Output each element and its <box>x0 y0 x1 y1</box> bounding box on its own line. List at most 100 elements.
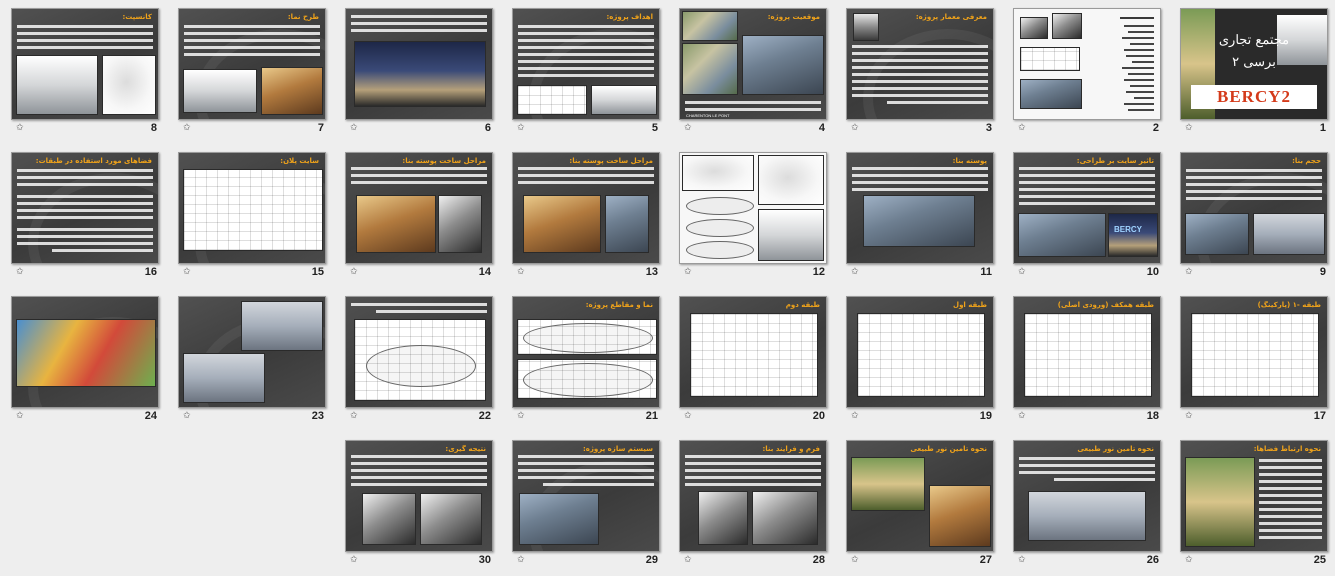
slide-thumbnail-2[interactable]: ✩ 2 <box>1009 4 1171 134</box>
slide-transition-star-icon[interactable]: ✩ <box>851 267 859 277</box>
text-line <box>1259 473 1322 476</box>
slide-thumbnail-20[interactable]: طبقه دوم ✩ 20 <box>675 292 837 422</box>
slide-transition-star-icon[interactable]: ✩ <box>1018 267 1026 277</box>
slide-thumbnail-26[interactable]: نحوه تامین نور طبیعی ✩ 26 <box>1009 436 1171 566</box>
slide-thumbnail-13[interactable]: مراحل ساخت پوسته بنا: ✩ 13 <box>508 148 670 278</box>
slide-number: 23 <box>311 410 324 422</box>
slide-thumbnail-27[interactable]: نحوه تامین نور طبیعی ✩ 27 <box>842 436 1004 566</box>
shell-section-drawing <box>686 219 754 237</box>
slide-thumbnail-8[interactable]: کانسپت: ✩ 8 <box>7 4 169 134</box>
text-line <box>1259 536 1322 539</box>
text-line <box>1186 176 1322 179</box>
slide-thumbnail-30[interactable]: نتیجه گیری: ✩ 30 <box>341 436 503 566</box>
slide-23-preview <box>178 296 326 408</box>
text-line <box>1186 169 1322 172</box>
slide-thumbnail-21[interactable]: نما و مقاطع پروژه: ✩ 21 <box>508 292 670 422</box>
slide-thumbnail-18[interactable]: طبقه همکف (ورودی اصلی) ✩ 18 <box>1009 292 1171 422</box>
text-line <box>518 60 654 63</box>
slide-thumbnail-25[interactable]: نحوه ارتباط فضاها: ✩ 25 <box>1176 436 1335 566</box>
text-line <box>351 303 487 306</box>
mall-interior-image <box>241 301 323 351</box>
slide-thumbnail-3[interactable]: معرفی معمار پروژه: ✩ 3 <box>842 4 1004 134</box>
slide-thumbnail-29[interactable]: سیستم سازه پروژه: ✩ 29 <box>508 436 670 566</box>
slide-transition-star-icon[interactable]: ✩ <box>684 267 692 277</box>
text-line <box>518 455 654 458</box>
text-line <box>1259 529 1322 532</box>
slide-thumbnail-22[interactable]: ✩ 22 <box>341 292 503 422</box>
slide-number: 1 <box>1319 122 1326 134</box>
slide-transition-star-icon[interactable]: ✩ <box>1185 123 1193 133</box>
slide-transition-star-icon[interactable]: ✩ <box>1185 267 1193 277</box>
slide-5-preview: اهداف پروژه: <box>512 8 660 120</box>
slide-thumbnail-9[interactable]: حجم بنا: ✩ 9 <box>1176 148 1335 278</box>
slide-1-title-line2: برسی ۲ <box>1232 55 1276 70</box>
slide-4-preview: موقعیت پروژه: CHARENTON LE PONT <box>679 8 827 120</box>
slide-transition-star-icon[interactable]: ✩ <box>517 555 525 565</box>
slide-transition-star-icon[interactable]: ✩ <box>1018 123 1026 133</box>
slide-number: 6 <box>484 122 491 134</box>
text-line <box>852 188 988 191</box>
text-line <box>852 167 988 170</box>
text-line <box>1259 487 1322 490</box>
slide-3-title: معرفی معمار پروژه: <box>915 13 987 21</box>
slide-thumbnail-5[interactable]: اهداف پروژه: ✩ 5 <box>508 4 670 134</box>
slide-transition-star-icon[interactable]: ✩ <box>350 555 358 565</box>
slide-transition-star-icon[interactable]: ✩ <box>183 267 191 277</box>
slide-25-preview: نحوه ارتباط فضاها: <box>1180 440 1328 552</box>
slide-thumbnail-17[interactable]: طبقه -۱ (پارکینگ) ✩ 17 <box>1176 292 1335 422</box>
slide-transition-star-icon[interactable]: ✩ <box>684 555 692 565</box>
slide-transition-star-icon[interactable]: ✩ <box>350 267 358 277</box>
slide-thumbnail-16[interactable]: فضاهای مورد استفاده در طبقات: ✩ 16 <box>7 148 169 278</box>
text-line <box>1186 197 1322 200</box>
slide-thumbnail-28[interactable]: فرم و فرایند بنا: ✩ 28 <box>675 436 837 566</box>
slide-thumbnail-15[interactable]: سایت پلان: ✩ 15 <box>174 148 336 278</box>
list-line <box>1124 49 1154 51</box>
slide-19-title: طبقه اول <box>953 301 987 309</box>
slide-transition-star-icon[interactable]: ✩ <box>1018 555 1026 565</box>
slide-thumbnail-7[interactable]: طرح نما: ✩ 7 <box>174 4 336 134</box>
slide-thumbnail-14[interactable]: مراحل ساخت پوسته بنا: ✩ 14 <box>341 148 503 278</box>
slide-thumbnail-1[interactable]: مجتمع تجاری برسی ۲ BERCY2 ✩ 1 <box>1176 4 1335 134</box>
night-view-image <box>354 41 486 107</box>
slide-transition-star-icon[interactable]: ✩ <box>16 123 24 133</box>
slide-thumbnail-23[interactable]: ✩ 23 <box>174 292 336 422</box>
slide-transition-star-icon[interactable]: ✩ <box>517 267 525 277</box>
structure-photo-image <box>356 195 436 253</box>
slide-thumbnail-6[interactable]: ✩ 6 <box>341 4 503 134</box>
text-line <box>1019 181 1155 184</box>
slide-transition-star-icon[interactable]: ✩ <box>851 411 859 421</box>
slide-transition-star-icon[interactable]: ✩ <box>16 411 24 421</box>
slide-number: 17 <box>1313 410 1326 422</box>
slide-transition-star-icon[interactable]: ✩ <box>1185 555 1193 565</box>
slide-transition-star-icon[interactable]: ✩ <box>851 123 859 133</box>
slide-thumbnail-4[interactable]: موقعیت پروژه: CHARENTON LE PONT ✩ 4 <box>675 4 837 134</box>
section-outline <box>523 363 653 397</box>
slide-thumbnail-24[interactable]: ✩ 24 <box>7 292 169 422</box>
slide-transition-star-icon[interactable]: ✩ <box>517 123 525 133</box>
slide-transition-star-icon[interactable]: ✩ <box>851 555 859 565</box>
slide-transition-star-icon[interactable]: ✩ <box>183 411 191 421</box>
text-line <box>1259 515 1322 518</box>
text-line <box>518 39 654 42</box>
architect-portrait-image <box>853 13 879 41</box>
slide-6-preview <box>345 8 493 120</box>
slide-thumbnail-19[interactable]: طبقه اول ✩ 19 <box>842 292 1004 422</box>
location-caption: CHARENTON LE PONT <box>686 113 730 118</box>
slide-transition-star-icon[interactable]: ✩ <box>1185 411 1193 421</box>
slide-transition-star-icon[interactable]: ✩ <box>16 267 24 277</box>
slide-transition-star-icon[interactable]: ✩ <box>517 411 525 421</box>
slide-transition-star-icon[interactable]: ✩ <box>183 123 191 133</box>
slide-transition-star-icon[interactable]: ✩ <box>350 411 358 421</box>
slide-transition-star-icon[interactable]: ✩ <box>684 411 692 421</box>
slide-thumbnail-10[interactable]: تاثیر سایت بر طراحی: BERCY ✩ 10 <box>1009 148 1171 278</box>
text-line <box>852 66 988 69</box>
slide-transition-star-icon[interactable]: ✩ <box>684 123 692 133</box>
slide-transition-star-icon[interactable]: ✩ <box>1018 411 1026 421</box>
slide-21-title: نما و مقاطع پروژه: <box>585 301 653 309</box>
slide-thumbnail-11[interactable]: پوسته بنا: ✩ 11 <box>842 148 1004 278</box>
slide-thumbnail-12[interactable]: ✩ 12 <box>675 148 837 278</box>
slide-transition-star-icon[interactable]: ✩ <box>350 123 358 133</box>
slide-16-preview: فضاهای مورد استفاده در طبقات: <box>11 152 159 264</box>
list-line <box>1130 43 1154 45</box>
slide-number: 7 <box>317 122 324 134</box>
